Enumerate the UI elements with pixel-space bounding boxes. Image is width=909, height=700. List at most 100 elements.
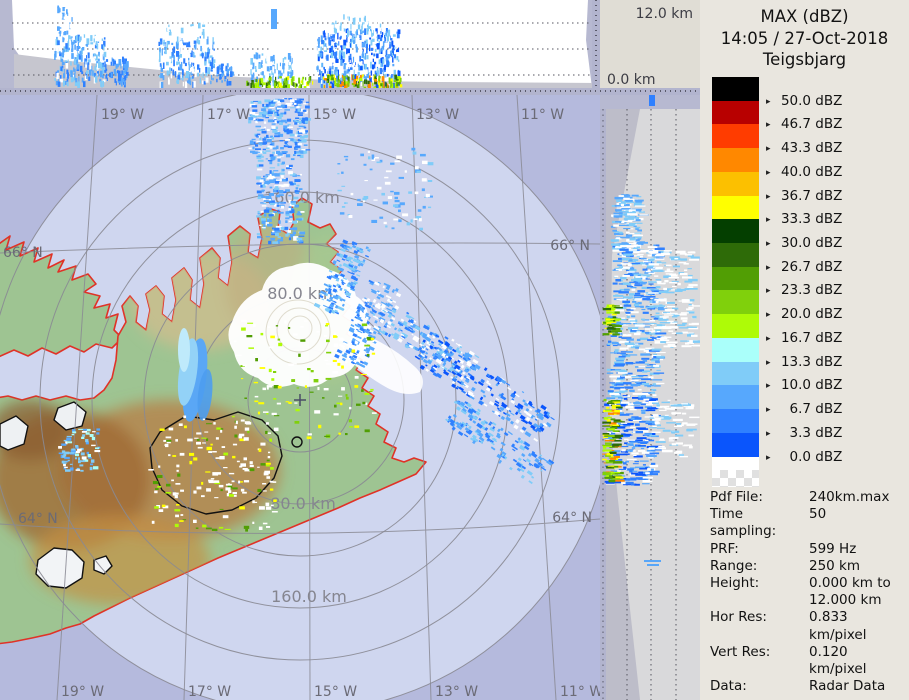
height-axis-corner: 12.0 km 0.0 km	[600, 0, 700, 88]
legend-band	[712, 196, 759, 220]
legend-arrow-icon: ▸	[766, 260, 777, 276]
lat-label-left-66: 66° N	[3, 245, 43, 261]
legend-threshold-label: ▸40.0 dBZ	[766, 164, 842, 180]
legend-threshold-value: 30.0	[777, 235, 811, 251]
legend-arrow-icon: ▸	[766, 331, 777, 347]
top-blue-echo-column	[271, 9, 277, 29]
lon-label-top-3: 13° W	[416, 107, 459, 123]
legend-threshold-label: ▸0.0 dBZ	[766, 449, 842, 465]
legend-band	[712, 77, 759, 101]
legend-threshold-value: 33.3	[777, 211, 811, 227]
metadata-value: 0.120 km/pixel	[809, 644, 906, 678]
metadata-value: 599 Hz	[809, 541, 906, 558]
right-cross-section-plot	[600, 95, 700, 700]
legend-arrow-icon: ▸	[766, 212, 777, 228]
metadata-value: 50	[809, 506, 906, 540]
radar-display: 12.0 km 0.0 km	[0, 0, 909, 700]
legend-arrow-icon: ▸	[766, 189, 777, 205]
legend-band	[712, 172, 759, 196]
legend-sidebar: MAX (dBZ) 14:05 / 27-Oct-2018 Teigsbjarg…	[700, 0, 909, 700]
lon-label-top-1: 17° W	[207, 107, 250, 123]
legend-threshold-label: ▸20.0 dBZ	[766, 306, 842, 322]
metadata-value: 250 km	[809, 558, 906, 575]
legend-band	[712, 219, 759, 243]
metadata-label: Vert Res:	[710, 644, 809, 678]
legend-color-bar	[712, 77, 759, 487]
metadata-label: Pdf File:	[710, 489, 809, 506]
legend-band	[712, 385, 759, 409]
legend-unit: dBZ	[811, 282, 842, 298]
legend-unit: dBZ	[811, 116, 842, 132]
legend-arrow-icon: ▸	[766, 141, 777, 157]
metadata-row: Data:Radar Data	[710, 678, 906, 695]
legend-threshold-label: ▸30.0 dBZ	[766, 235, 842, 251]
legend-unit: dBZ	[811, 354, 842, 370]
legend-threshold-label: ▸6.7 dBZ	[766, 401, 842, 417]
horizontal-axis-ruler	[0, 88, 700, 95]
legend-band	[712, 314, 759, 338]
lon-label-bottom-0: 19° W	[61, 684, 104, 700]
height-min-label: 0.0 km	[607, 72, 655, 88]
legend-threshold-value: 3.3	[777, 425, 811, 441]
legend-threshold-label: ▸13.3 dBZ	[766, 354, 842, 370]
radar-map-panel: 19° W 17° W 15° W 13° W 11° W 19° W 17° …	[0, 95, 600, 700]
metadata-row: Vert Res:0.120 km/pixel	[710, 644, 906, 678]
legend-threshold-label: ▸33.3 dBZ	[766, 211, 842, 227]
legend-transparent-checker	[712, 470, 759, 487]
legend-unit: dBZ	[811, 306, 842, 322]
station-name: Teigsbjarg	[700, 49, 909, 71]
legend-unit: dBZ	[811, 211, 842, 227]
legend-threshold-value: 16.7	[777, 330, 811, 346]
right-cross-section-panel	[600, 95, 700, 700]
legend-threshold-label: ▸43.3 dBZ	[766, 140, 842, 156]
metadata-row: Range:250 km	[710, 558, 906, 575]
right-small-echo-line	[644, 560, 661, 562]
legend-threshold-label: ▸16.7 dBZ	[766, 330, 842, 346]
product-datetime: 14:05 / 27-Oct-2018	[700, 28, 909, 50]
metadata-label: Data:	[710, 678, 809, 695]
legend-arrow-icon: ▸	[766, 165, 777, 181]
legend-arrow-icon: ▸	[766, 283, 777, 299]
metadata-label: Time sampling:	[710, 506, 809, 540]
top-cross-section-plot	[0, 0, 600, 88]
title-block: MAX (dBZ) 14:05 / 27-Oct-2018 Teigsbjarg	[700, 6, 909, 71]
product-metadata: Pdf File:240km.maxTime sampling:50PRF:59…	[710, 489, 906, 700]
legend-unit: dBZ	[811, 235, 842, 251]
legend-unit: dBZ	[811, 401, 842, 417]
metadata-value: 0.000 km to 12.000 km	[809, 575, 906, 609]
legend-unit: dBZ	[811, 330, 842, 346]
lat-label-right-64: 64° N	[552, 510, 592, 526]
legend-band	[712, 290, 759, 314]
right-echo-top-tick	[649, 95, 655, 106]
legend-arrow-icon: ▸	[766, 378, 777, 394]
ring-label-80-bottom: 80.0 km	[270, 494, 336, 513]
ring-label-160-bottom: 160.0 km	[271, 587, 347, 606]
legend-threshold-value: 46.7	[777, 116, 811, 132]
radar-map: 19° W 17° W 15° W 13° W 11° W 19° W 17° …	[0, 95, 600, 700]
legend-arrow-icon: ▸	[766, 426, 777, 442]
metadata-value: 0.833 km/pixel	[809, 609, 906, 643]
legend-unit: dBZ	[811, 140, 842, 156]
legend-arrow-icon: ▸	[766, 236, 777, 252]
legend-threshold-value: 40.0	[777, 164, 811, 180]
lon-label-bottom-1: 17° W	[188, 684, 231, 700]
metadata-row: Pdf File:240km.max	[710, 489, 906, 506]
legend-band	[712, 433, 759, 457]
metadata-label: Height:	[710, 575, 809, 609]
legend-threshold-value: 10.0	[777, 377, 811, 393]
legend-threshold-label: ▸26.7 dBZ	[766, 259, 842, 275]
right-small-echo-line	[647, 564, 659, 566]
lat-label-left-64: 64° N	[18, 511, 58, 527]
legend-white-band	[712, 457, 759, 470]
legend-unit: dBZ	[811, 188, 842, 204]
top-panel-right-ruler	[592, 0, 600, 88]
legend-band	[712, 338, 759, 362]
legend-threshold-value: 20.0	[777, 306, 811, 322]
metadata-row: PRF:599 Hz	[710, 541, 906, 558]
legend-threshold-value: 50.0	[777, 93, 811, 109]
legend-arrow-icon: ▸	[766, 94, 777, 110]
legend-threshold-label: ▸23.3 dBZ	[766, 282, 842, 298]
legend-band	[712, 243, 759, 267]
metadata-value: 240km.max	[809, 489, 906, 506]
legend-threshold-value: 36.7	[777, 188, 811, 204]
